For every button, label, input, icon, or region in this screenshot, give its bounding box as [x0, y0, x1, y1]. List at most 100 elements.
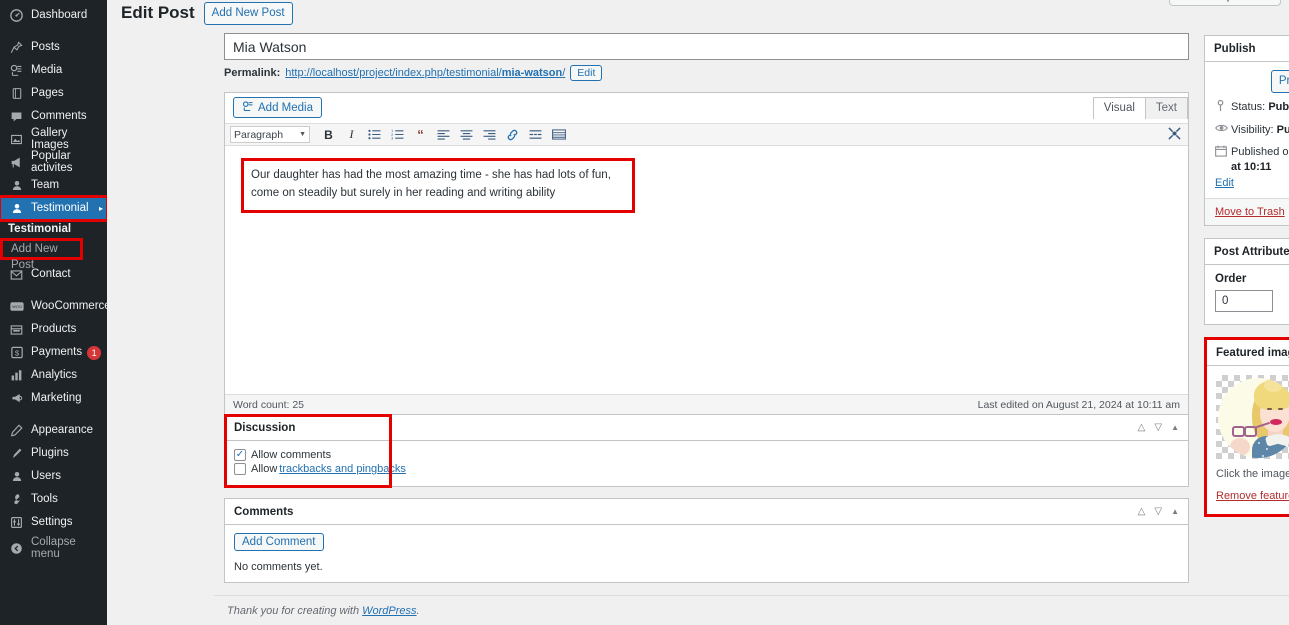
preview-changes-button[interactable]: Preview Changes — [1270, 70, 1289, 94]
sidebar-item-comments[interactable]: Comments — [0, 105, 107, 128]
sidebar-item-gallery-images[interactable]: Gallery Images — [0, 127, 107, 151]
featured-image-thumbnail[interactable] — [1216, 375, 1289, 460]
status-label: Status: — [1231, 101, 1266, 114]
sidebar-item-dashboard[interactable]: Dashboard — [0, 4, 107, 27]
pin-icon — [1215, 100, 1231, 112]
sidebar-item-label: Media — [31, 63, 63, 76]
sidebar-item-marketing[interactable]: Marketing — [0, 387, 107, 410]
sidebar-item-label: Collapse menu — [31, 536, 76, 560]
svg-text:$: $ — [14, 349, 19, 358]
main-content: Screen Options ▼ Edit Post Add New Post … — [107, 0, 1289, 625]
blockquote-icon[interactable]: “ — [410, 125, 431, 144]
sidebar-item-appearance[interactable]: Appearance — [0, 419, 107, 442]
move-down-icon[interactable]: ▽ — [1154, 422, 1162, 433]
tab-text[interactable]: Text — [1144, 97, 1188, 119]
status-row: Status: PublishedEdit — [1215, 100, 1289, 115]
page-title: Edit Post — [121, 3, 195, 23]
align-center-icon[interactable] — [456, 125, 477, 144]
sidebar-item-plugins[interactable]: Plugins — [0, 442, 107, 465]
featured-image-panel: Featured image △ ▽ ▲ — [1204, 337, 1289, 518]
sidebar-submenu-add-new-post[interactable]: Add New Post — [0, 238, 83, 271]
envelope-icon — [8, 268, 25, 282]
move-up-icon[interactable]: △ — [1138, 506, 1146, 517]
sidebar-item-testimonial[interactable]: Testimonial ▸ — [0, 195, 107, 222]
eye-icon — [1215, 123, 1231, 133]
permalink-base: http://localhost/project/index.php/testi… — [285, 67, 502, 79]
order-label: Order — [1215, 273, 1247, 286]
toggle-panel-icon[interactable]: ▲ — [1171, 423, 1179, 432]
sidebar-item-analytics[interactable]: Analytics — [0, 364, 107, 387]
format-select-value: Paragraph — [234, 128, 284, 141]
sidebar-item-label: Dashboard — [31, 8, 88, 21]
sidebar-item-pages[interactable]: Pages — [0, 82, 107, 105]
sidebar-item-settings[interactable]: Settings — [0, 511, 107, 534]
link-icon[interactable] — [502, 125, 523, 144]
move-up-icon[interactable]: △ — [1138, 422, 1146, 433]
portrait-eye-left — [1267, 408, 1272, 411]
sidebar-item-collapse-menu[interactable]: Collapse menu — [0, 536, 107, 560]
permalink-link[interactable]: http://localhost/project/index.php/testi… — [285, 67, 565, 79]
fullscreen-icon[interactable] — [1168, 127, 1181, 143]
gallery-icon — [8, 133, 25, 147]
sidebar-item-woocommerce[interactable]: WOO WooCommerce — [0, 295, 107, 318]
sidebar-item-posts[interactable]: Posts — [0, 36, 107, 59]
sidebar-item-team[interactable]: Team — [0, 174, 107, 197]
comment-icon — [8, 110, 25, 124]
sidebar-item-users[interactable]: Users — [0, 465, 107, 488]
user-icon — [8, 179, 25, 193]
publish-panel-header: Publish △ ▽ ▲ — [1205, 36, 1289, 62]
allow-comments-checkbox[interactable]: ✓ — [234, 449, 246, 461]
read-more-icon[interactable] — [525, 125, 546, 144]
footer-thanks-suffix: . — [416, 604, 420, 617]
admin-sidebar: Dashboard Posts Media Pages Comments Gal… — [0, 0, 107, 625]
editor-content-area[interactable]: Our daughter has had the most amazing ti… — [225, 146, 1188, 394]
sidebar-item-media[interactable]: Media — [0, 59, 107, 82]
italic-icon[interactable]: I — [341, 125, 362, 144]
sidebar-item-payments[interactable]: $ Payments 1 — [0, 341, 107, 364]
add-new-post-button[interactable]: Add New Post — [203, 2, 293, 26]
glasses-lens-right — [1244, 426, 1257, 438]
add-media-icon — [242, 100, 254, 115]
trackbacks-link[interactable]: trackbacks and pingbacks — [279, 463, 406, 475]
sidebar-item-label: Analytics — [31, 368, 78, 381]
post-title-input[interactable] — [224, 33, 1189, 60]
products-icon — [8, 323, 25, 337]
collapse-icon — [8, 542, 25, 556]
editor-toolbar: Paragraph ▼ B I 123 “ — [225, 123, 1188, 146]
sidebar-item-label: Users — [31, 469, 62, 482]
move-down-icon[interactable]: ▽ — [1154, 506, 1162, 517]
align-right-icon[interactable] — [479, 125, 500, 144]
toggle-panel-icon[interactable]: ▲ — [1171, 507, 1179, 516]
sidebar-item-contact[interactable]: Contact — [0, 263, 107, 286]
sidebar-item-tools[interactable]: Tools — [0, 488, 107, 511]
bulleted-list-icon[interactable] — [364, 125, 385, 144]
visibility-row: Visibility: PublicEdit — [1215, 123, 1289, 138]
add-comment-button[interactable]: Add Comment — [234, 533, 324, 551]
paragraph-format-select[interactable]: Paragraph ▼ — [230, 126, 310, 143]
sidebar-item-label: Popular activites — [31, 150, 73, 174]
publish-panel-body: Preview Changes Status: PublishedEdit Vi… — [1205, 62, 1289, 191]
panel-controls: △ ▽ ▲ — [1138, 422, 1179, 433]
order-input[interactable] — [1215, 290, 1273, 313]
editor-body-text: Our daughter has had the most amazing ti… — [241, 158, 635, 213]
remove-featured-image-link[interactable]: Remove featured image — [1216, 490, 1289, 502]
edit-published-link[interactable]: Edit — [1215, 176, 1234, 191]
bold-icon[interactable]: B — [318, 125, 339, 144]
toolbar-toggle-icon[interactable] — [548, 125, 569, 144]
tab-visual[interactable]: Visual — [1092, 97, 1146, 119]
align-left-icon[interactable] — [433, 125, 454, 144]
featured-image-title: Featured image — [1216, 346, 1289, 359]
move-to-trash-link[interactable]: Move to Trash — [1215, 206, 1285, 218]
sidebar-item-label: Contact — [31, 267, 71, 280]
sidebar-item-popular-activites[interactable]: Popular activites — [0, 150, 107, 174]
edit-permalink-button[interactable]: Edit — [570, 65, 603, 81]
screen-options-button[interactable]: Screen Options ▼ — [1169, 0, 1281, 6]
numbered-list-icon[interactable]: 123 — [387, 125, 408, 144]
permalink-url[interactable]: http://localhost/project/index.php/testi… — [285, 67, 565, 79]
allow-pings-checkbox[interactable] — [234, 463, 246, 475]
sidebar-item-products[interactable]: Products — [0, 318, 107, 341]
add-media-button[interactable]: Add Media — [233, 97, 322, 118]
wordpress-link[interactable]: WordPress — [362, 605, 416, 617]
permalink-slug: mia-watson — [501, 67, 563, 79]
settings-icon — [8, 516, 25, 530]
